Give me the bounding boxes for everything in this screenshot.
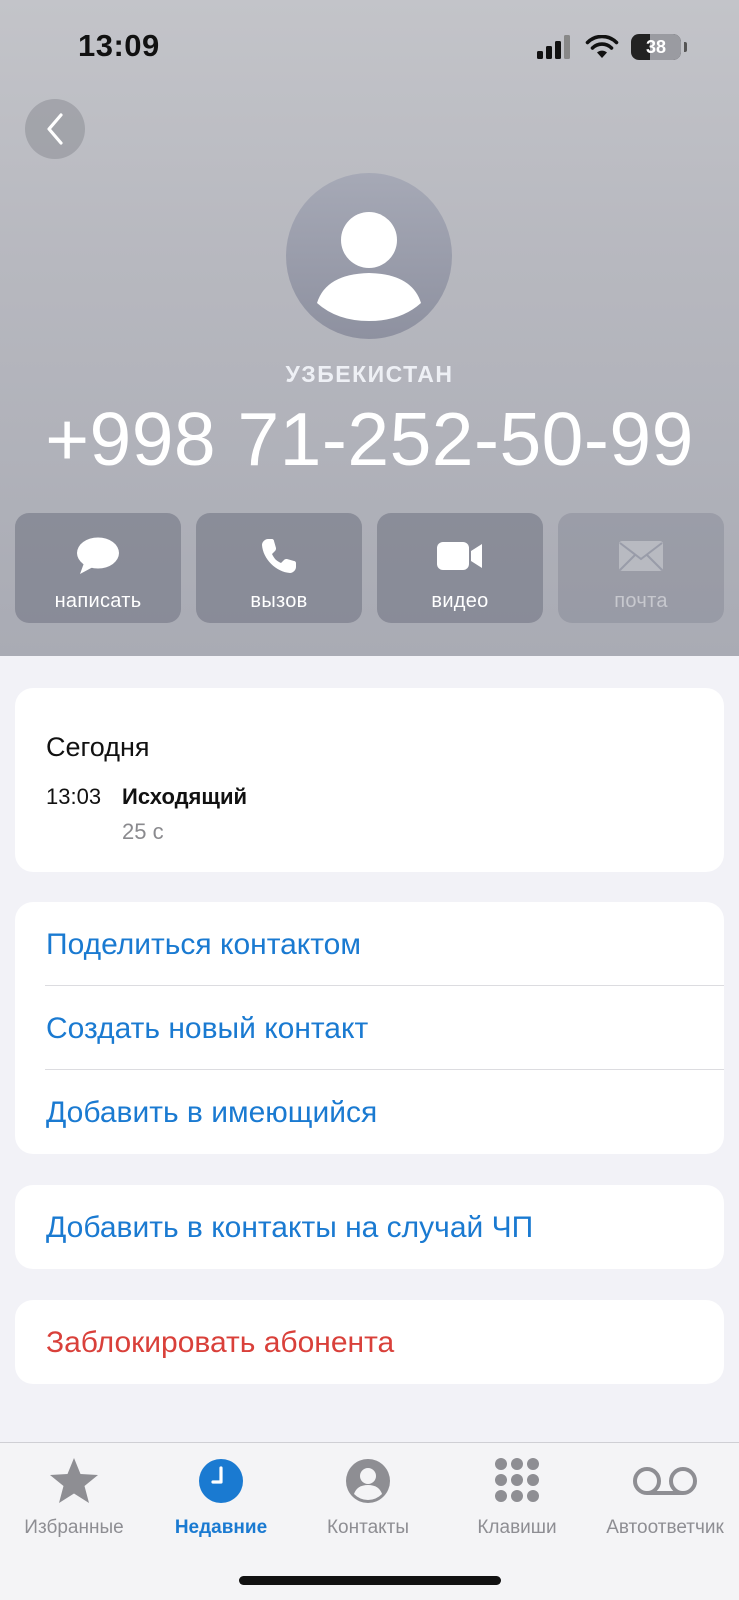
- contact-country: УЗБЕКИСТАН: [285, 361, 454, 387]
- keypad-icon: [495, 1458, 539, 1502]
- add-emergency-contact-button[interactable]: Добавить в контакты на случай ЧП: [15, 1185, 724, 1269]
- block-caller-button[interactable]: Заблокировать абонента: [15, 1300, 724, 1384]
- block-caller-label: Заблокировать абонента: [46, 1326, 395, 1359]
- cellular-signal-icon: [537, 35, 570, 59]
- tab-contacts-label: Контакты: [326, 1517, 410, 1538]
- share-contact-button[interactable]: Поделиться контактом: [15, 902, 724, 986]
- tab-recents-label: Недавние: [174, 1517, 268, 1538]
- back-button[interactable]: [25, 99, 85, 159]
- recent-day: Сегодня: [46, 732, 150, 762]
- contact-options-card: Поделиться контактом Создать новый конта…: [15, 902, 724, 1154]
- person-circle-icon: [346, 1459, 390, 1503]
- status-icons: 38: [537, 34, 687, 60]
- message-icon: [77, 537, 119, 574]
- tab-favorites[interactable]: Избранные: [0, 1453, 148, 1553]
- voicemail-icon: [633, 1467, 697, 1495]
- video-icon: [437, 542, 482, 570]
- quick-actions: написать вызов видео почта: [15, 513, 724, 623]
- battery-icon: 38: [631, 34, 687, 60]
- clock-icon: [199, 1459, 243, 1503]
- contact-phone-number: +998 71-252-50-99: [45, 397, 694, 481]
- tab-keypad[interactable]: Клавиши: [443, 1453, 591, 1553]
- home-indicator: [239, 1576, 501, 1585]
- mail-button-label: почта: [614, 590, 668, 612]
- recent-call-time: 13:03: [46, 784, 102, 809]
- recent-call-type: Исходящий: [122, 784, 248, 809]
- add-to-existing-button[interactable]: Добавить в имеющийся: [15, 1070, 724, 1154]
- add-to-existing-label: Добавить в имеющийся: [46, 1096, 378, 1129]
- block-card: Заблокировать абонента: [15, 1300, 724, 1384]
- star-icon: [50, 1458, 98, 1503]
- battery-level: 38: [645, 36, 667, 57]
- emergency-card: Добавить в контакты на случай ЧП: [15, 1185, 724, 1269]
- mail-button[interactable]: почта: [558, 513, 724, 623]
- tab-keypad-label: Клавиши: [477, 1517, 557, 1538]
- create-contact-button[interactable]: Создать новый контакт: [15, 986, 724, 1070]
- status-time: 13:09: [78, 28, 160, 63]
- wifi-icon: [585, 35, 619, 58]
- mail-icon: [619, 541, 663, 571]
- chevron-left-icon: [47, 113, 63, 145]
- person-silhouette-icon: [317, 212, 421, 321]
- call-button-label: вызов: [250, 590, 308, 612]
- video-button[interactable]: видео: [377, 513, 543, 623]
- tab-recents[interactable]: Недавние: [147, 1453, 295, 1553]
- share-contact-label: Поделиться контактом: [46, 928, 361, 961]
- create-contact-label: Создать новый контакт: [46, 1012, 369, 1045]
- phone-icon: [262, 539, 296, 573]
- message-button[interactable]: написать: [15, 513, 181, 623]
- message-button-label: написать: [54, 590, 142, 612]
- tab-contacts[interactable]: Контакты: [294, 1453, 442, 1553]
- tab-voicemail-label: Автоответчик: [606, 1517, 724, 1538]
- recent-call-duration: 25 с: [122, 819, 164, 844]
- call-button[interactable]: вызов: [196, 513, 362, 623]
- contact-avatar: [286, 173, 452, 339]
- add-emergency-contact-label: Добавить в контакты на случай ЧП: [46, 1211, 534, 1244]
- tab-voicemail[interactable]: Автоответчик: [591, 1453, 739, 1553]
- contact-header: 13:09 38 УЗБЕКИСТАН +998 71-252-50-99 на…: [0, 0, 739, 656]
- recent-calls-card: Сегодня 13:03 Исходящий 25 с: [15, 688, 724, 872]
- video-button-label: видео: [431, 590, 489, 612]
- tab-favorites-label: Избранные: [24, 1517, 124, 1538]
- status-bar: 13:09 38: [0, 0, 739, 100]
